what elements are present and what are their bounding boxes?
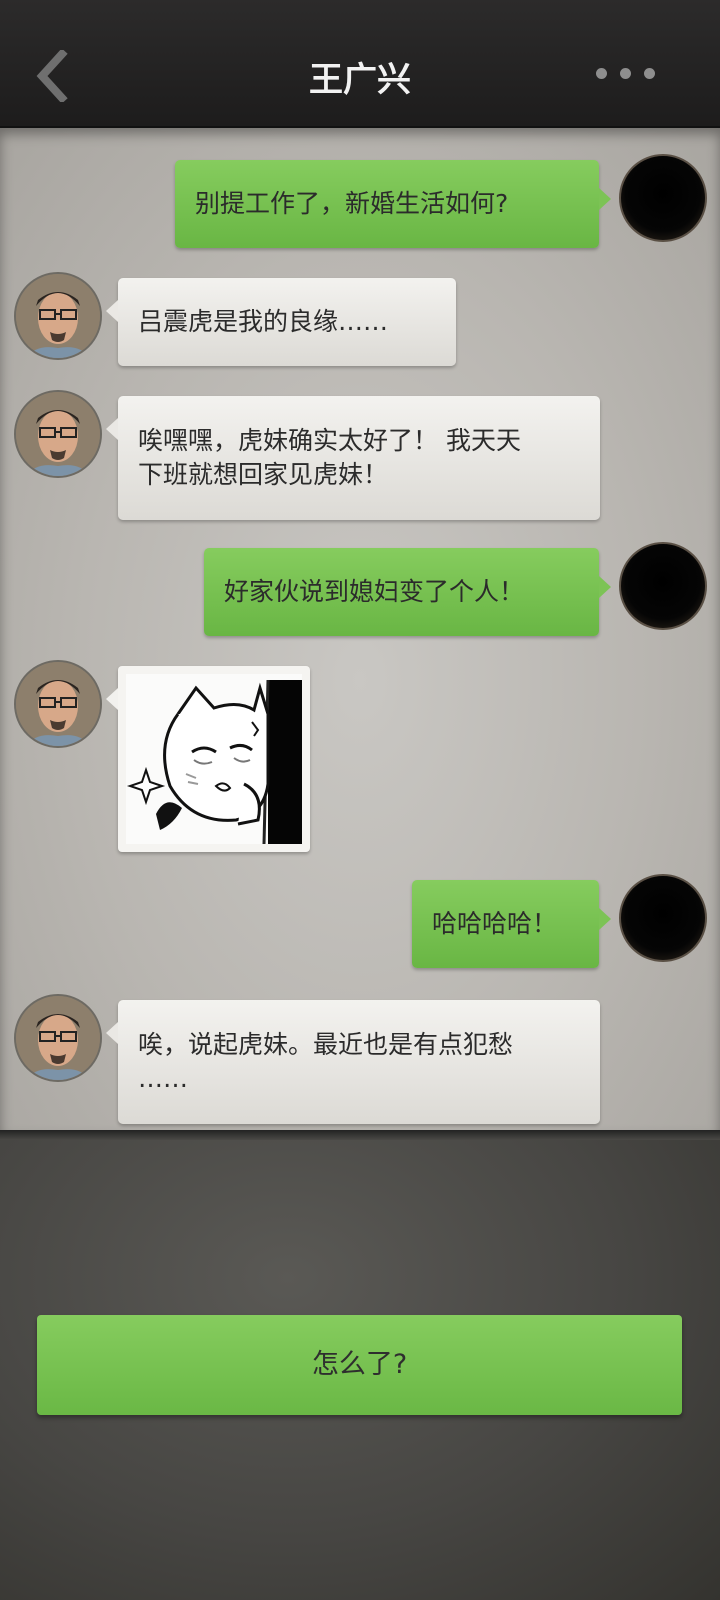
contact-avatar[interactable] bbox=[14, 660, 102, 748]
message-bubble-incoming[interactable]: 唉，说起虎妹。最近也是有点犯愁 …… bbox=[106, 1000, 600, 1124]
more-dots-icon bbox=[620, 68, 631, 79]
message-text-line: …… bbox=[138, 1064, 188, 1093]
message-text: 别提工作了，新婚生活如何? bbox=[195, 189, 509, 218]
message-bubble-outgoing[interactable]: 别提工作了，新婚生活如何? bbox=[175, 160, 611, 248]
contact-avatar[interactable] bbox=[14, 994, 102, 1082]
self-avatar[interactable] bbox=[619, 154, 707, 242]
message-bubble-incoming[interactable]: 唉嘿嘿，虎妹确实太好了！ 我天天 下班就想回家见虎妹！ bbox=[106, 396, 600, 520]
crying-cat-girl-sticker bbox=[126, 674, 302, 845]
message-text: 好家伙说到媳妇变了个人！ bbox=[224, 577, 525, 606]
message-bubble-outgoing[interactable]: 好家伙说到媳妇变了个人！ bbox=[204, 548, 611, 636]
message-text: 哈哈哈哈！ bbox=[432, 909, 558, 938]
more-options-button[interactable] bbox=[588, 66, 660, 86]
message-bubble-outgoing[interactable]: 哈哈哈哈！ bbox=[412, 880, 611, 968]
more-dots-icon bbox=[596, 68, 607, 79]
contact-avatar[interactable] bbox=[14, 272, 102, 360]
message-text: 吕震虎是我的良缘…… bbox=[138, 307, 389, 336]
message-bubble-incoming[interactable]: 吕震虎是我的良缘…… bbox=[106, 278, 456, 366]
sticker-message[interactable] bbox=[106, 666, 310, 852]
contact-avatar[interactable] bbox=[14, 390, 102, 478]
message-text-line: 下班就想回家见虎妹！ bbox=[138, 460, 389, 489]
reply-option-button[interactable]: 怎么了? bbox=[37, 1315, 682, 1415]
message-text-line: 唉，说起虎妹。最近也是有点犯愁 bbox=[138, 1030, 514, 1059]
chat-area-divider bbox=[0, 1130, 720, 1140]
self-avatar[interactable] bbox=[619, 874, 707, 962]
self-avatar[interactable] bbox=[619, 542, 707, 630]
message-text-line: 唉嘿嘿，虎妹确实太好了！ 我天天 bbox=[138, 426, 521, 455]
top-bar: 王广兴 bbox=[0, 0, 720, 128]
more-dots-icon bbox=[644, 68, 655, 79]
